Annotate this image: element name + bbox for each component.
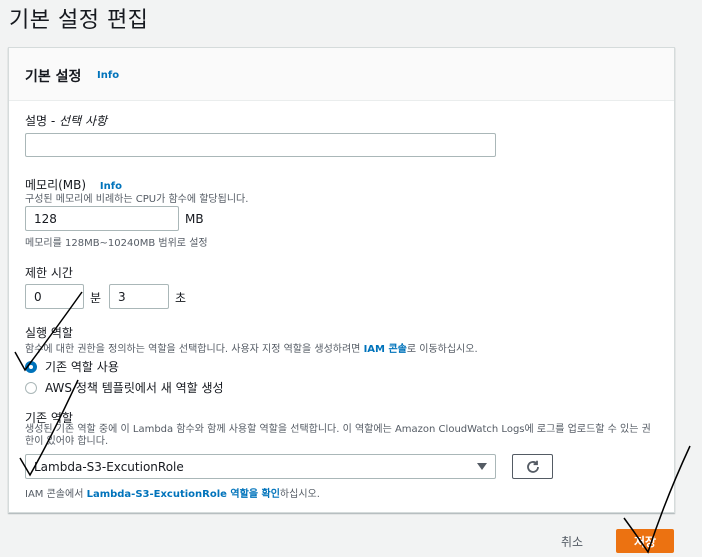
memory-input[interactable]: [25, 206, 179, 231]
refresh-icon: [526, 460, 539, 473]
panel-header: 기본 설정 Info: [9, 48, 674, 101]
memory-help-text: 구성된 메모리에 비례하는 CPU가 함수에 할당됩니다.: [25, 194, 249, 205]
existing-role-select[interactable]: Lambda-S3-ExcutionRole: [25, 454, 496, 479]
view-role-link[interactable]: Lambda-S3-ExcutionRole 역할을 확인: [87, 489, 280, 500]
radio-use-existing-role[interactable]: 기존 역할 사용: [25, 358, 119, 375]
memory-unit: MB: [185, 212, 204, 226]
timeout-seconds-input[interactable]: [109, 284, 169, 309]
timeout-minutes-unit: 분: [90, 291, 102, 305]
exec-role-label: 실행 역할: [25, 326, 73, 340]
existing-role-help: 생성된 기존 역할 중에 이 Lambda 함수와 함께 사용할 역할을 선택합…: [25, 424, 651, 447]
memory-range-text: 메모리를 128MB~10240MB 범위로 설정: [25, 238, 208, 249]
existing-role-selected-value: Lambda-S3-ExcutionRole: [34, 459, 184, 474]
timeout-minutes-input[interactable]: [25, 284, 84, 309]
exec-role-help-prefix: 함수에 대한 권한을 정의하는 역할을 선택합니다. 사용자 지정 역할을 생성…: [25, 344, 364, 355]
radio-checked-icon[interactable]: [25, 360, 37, 373]
basic-settings-panel: 기본 설정 Info 설명 - 선택 사항 메모리(MB) Info 구성된 메…: [8, 47, 675, 513]
exec-role-help: 함수에 대한 권한을 정의하는 역할을 선택합니다. 사용자 지정 역할을 생성…: [25, 340, 478, 355]
chevron-down-icon: [477, 463, 487, 470]
cancel-button[interactable]: 취소: [555, 532, 589, 551]
radio-use-existing-label: 기존 역할 사용: [45, 360, 119, 374]
panel-title: 기본 설정: [25, 69, 82, 85]
panel-info-link[interactable]: Info: [97, 70, 119, 81]
description-label-text: 설명: [25, 114, 48, 128]
existing-role-note-suffix: 하십시오.: [279, 489, 320, 500]
existing-role-note-prefix: IAM 콘솔에서: [25, 489, 87, 500]
description-optional-text: - 선택 사항: [47, 114, 108, 128]
iam-console-link[interactable]: IAM 콘솔: [364, 344, 407, 355]
radio-unchecked-icon[interactable]: [25, 381, 37, 394]
refresh-roles-button[interactable]: [512, 454, 553, 479]
existing-role-note: IAM 콘솔에서 Lambda-S3-ExcutionRole 역할을 확인하십…: [25, 485, 320, 500]
save-button[interactable]: 저장: [616, 529, 674, 553]
timeout-seconds-unit: 초: [175, 291, 187, 305]
description-input[interactable]: [25, 133, 496, 157]
page-title: 기본 설정 편집: [9, 8, 149, 33]
exec-role-help-suffix: 로 이동하십시오.: [406, 344, 478, 355]
radio-create-from-template[interactable]: AWS 정책 템플릿에서 새 역할 생성: [25, 379, 224, 396]
radio-create-from-template-label: AWS 정책 템플릿에서 새 역할 생성: [45, 381, 224, 395]
description-label: 설명 - 선택 사항: [25, 112, 107, 129]
timeout-label: 제한 시간: [25, 266, 73, 280]
